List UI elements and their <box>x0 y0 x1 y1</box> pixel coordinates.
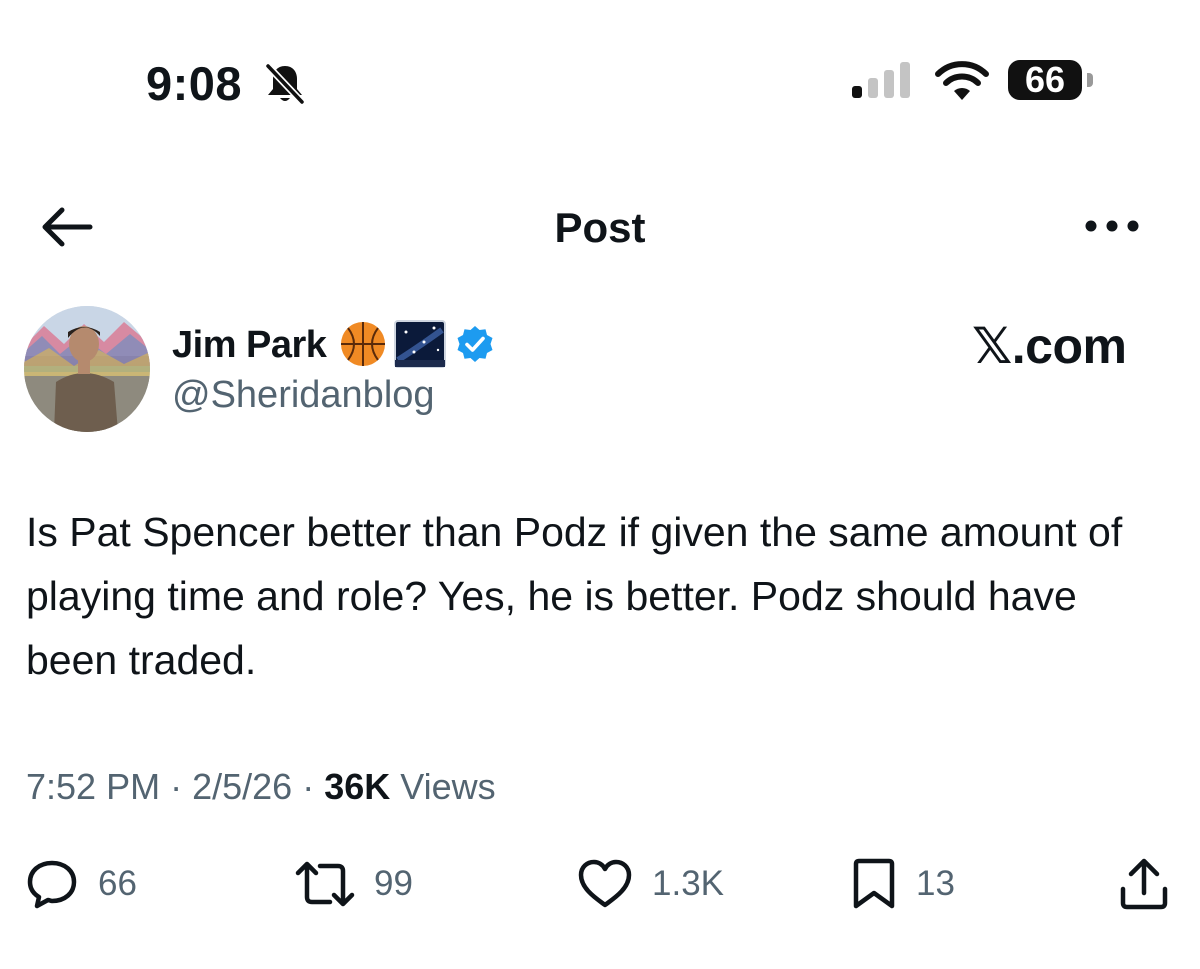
reply-count: 66 <box>98 864 137 903</box>
ellipsis-icon[interactable] <box>1082 208 1142 244</box>
cellular-signal-icon <box>852 62 910 98</box>
brand-label: 𝕏.com <box>972 318 1127 374</box>
bell-off-icon <box>265 63 305 105</box>
post-text: Is Pat Spencer better than Podz if given… <box>26 509 1123 683</box>
repost-count: 99 <box>374 864 413 903</box>
reply-button[interactable]: 66 <box>24 856 137 912</box>
night-sky-emoji <box>394 320 446 368</box>
share-icon <box>1120 858 1168 910</box>
page-title: Post <box>554 204 646 251</box>
author-handle[interactable]: @Sheridanblog <box>172 372 435 418</box>
share-button[interactable] <box>1118 856 1170 912</box>
meta-separator: · <box>170 766 183 807</box>
bookmark-icon <box>853 858 895 909</box>
basketball-emoji <box>341 322 385 366</box>
avatar[interactable] <box>24 306 150 432</box>
post-meta: 7:52 PM · 2/5/26 · 36K Views <box>26 764 496 810</box>
bookmark-button[interactable]: 13 <box>850 856 955 912</box>
views-count: 36K <box>324 766 391 807</box>
views-label: Views <box>400 766 496 807</box>
like-button[interactable]: 1.3K <box>576 856 724 912</box>
like-count: 1.3K <box>652 864 724 903</box>
heart-icon <box>578 859 632 908</box>
repost-button[interactable]: 99 <box>294 856 413 912</box>
name-badges <box>338 318 494 370</box>
reply-icon <box>27 860 77 909</box>
verified-badge-icon[interactable] <box>456 325 494 363</box>
battery-icon: 66 <box>1008 60 1098 102</box>
bookmark-count: 13 <box>916 864 955 903</box>
post-time: 7:52 PM <box>26 766 161 807</box>
author-display-name[interactable]: Jim Park <box>172 322 327 368</box>
repost-icon <box>295 861 355 907</box>
status-time: 9:08 <box>146 57 243 110</box>
meta-separator: · <box>302 766 315 807</box>
post-date: 2/5/26 <box>192 766 293 807</box>
wifi-icon <box>935 61 989 100</box>
battery-level: 66 <box>1008 60 1082 100</box>
